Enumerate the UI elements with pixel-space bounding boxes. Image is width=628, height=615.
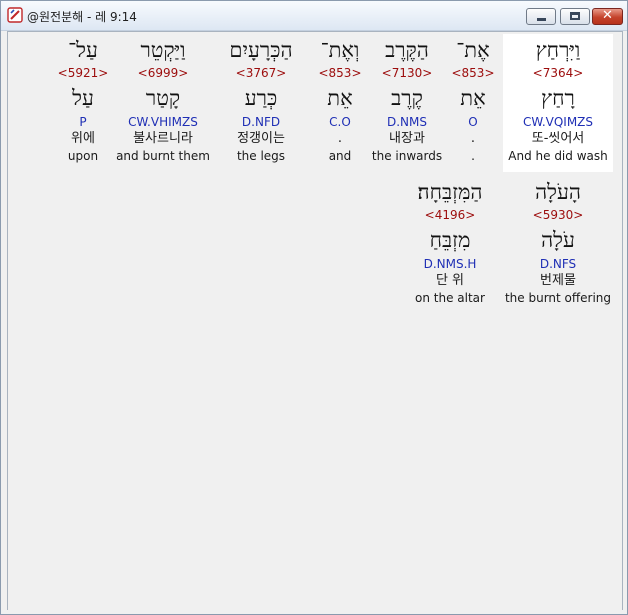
morphology-code: C.O — [329, 115, 351, 129]
morphology-code: D.NMS.H — [423, 257, 477, 271]
lemma: קֶרֶב — [391, 86, 423, 110]
title-bar[interactable]: @원전분해 - 레 9:14 ✕ — [1, 1, 627, 31]
strong-number[interactable]: <7364> — [503, 66, 613, 80]
strong-number[interactable]: <5930> — [503, 208, 613, 222]
word-column-5[interactable]: הַכְּרָעָיִם <3767> כְּרַע D.NFD 정갱이는 th… — [214, 34, 308, 172]
korean-gloss: 정갱이는 — [237, 131, 285, 146]
hebrew-word: הָעֹלָה — [535, 180, 581, 204]
korean-gloss: 불사르니라 — [133, 131, 193, 146]
minimize-button[interactable] — [526, 8, 556, 25]
lemma: קָטַר — [145, 86, 181, 110]
word-column-8[interactable]: הָעֹלָה <5930> עֹלָה D.NFS 번제물 the burnt… — [503, 176, 613, 314]
korean-gloss: 또-씻어서 — [531, 131, 585, 146]
english-gloss: And he did wash — [508, 149, 608, 163]
english-gloss: the inwards — [371, 149, 443, 163]
lemma: אֵת — [460, 86, 486, 110]
english-gloss: and — [328, 149, 352, 163]
morphology-code: O — [468, 115, 478, 129]
lemma: עֹלָה — [541, 228, 575, 252]
word-column-3[interactable]: הַקֶּרֶב <7130> קֶרֶב D.NMS 내장과 the inwa… — [371, 34, 443, 172]
hebrew-word: הַמִּזְבֵּחָה׃ — [417, 180, 483, 204]
strong-number[interactable]: <853> — [444, 66, 502, 80]
hebrew-word: הַכְּרָעָיִם — [229, 38, 293, 62]
interlinear-panel[interactable]: וַיִּרְחַץ <7364> רָחַץ CW.VQIMZS 또-씻어서 … — [7, 31, 623, 610]
english-gloss: . — [471, 149, 475, 163]
hebrew-word: וַיַּקְטֵר — [140, 38, 186, 62]
lemma: כְּרַע — [244, 86, 278, 110]
english-gloss: upon — [67, 149, 99, 163]
minimize-icon — [537, 18, 546, 21]
close-icon: ✕ — [602, 8, 613, 23]
strong-number[interactable]: <7130> — [371, 66, 443, 80]
morphology-code: D.NFS — [539, 257, 577, 271]
lemma: עַל — [72, 86, 94, 110]
word-column-2[interactable]: אֶת־ <853> אֵת O . . — [444, 34, 502, 172]
maximize-button[interactable] — [560, 8, 590, 25]
korean-gloss: . — [470, 131, 476, 146]
english-gloss: the burnt offering — [504, 291, 612, 305]
strong-number[interactable]: <3767> — [214, 66, 308, 80]
hebrew-word: הַקֶּרֶב — [385, 38, 429, 62]
lemma: רָחַץ — [541, 86, 575, 110]
english-gloss: on the altar — [415, 291, 485, 305]
strong-number[interactable]: <5921> — [54, 66, 112, 80]
word-column-7[interactable]: עַל־ <5921> עַל P 위에 upon — [54, 34, 112, 172]
word-column-4[interactable]: וְאֶת־ <853> אֵת C.O . and — [310, 34, 370, 172]
word-column-9[interactable]: הַמִּזְבֵּחָה׃ <4196> מִזְבֵּחַ D.NMS.H … — [400, 176, 500, 314]
hebrew-word: עַל־ — [68, 38, 98, 62]
lemma: אֵת — [327, 86, 353, 110]
lemma: מִזְבֵּחַ — [429, 228, 471, 252]
app-window: @원전분해 - 레 9:14 ✕ וַיִּרְחַץ <7364> רָחַץ… — [0, 0, 628, 615]
hebrew-word: וַיִּרְחַץ — [535, 38, 581, 62]
morphology-code: P — [79, 115, 87, 129]
morphology-code: D.NFD — [241, 115, 281, 129]
english-gloss: the legs — [236, 149, 286, 163]
window-title: @원전분해 - 레 9:14 — [27, 10, 137, 24]
close-button[interactable]: ✕ — [592, 8, 623, 25]
hebrew-word: וְאֶת־ — [320, 38, 360, 62]
morphology-code: D.NMS — [386, 115, 427, 129]
english-gloss: and burnt them — [116, 149, 210, 163]
app-icon[interactable] — [7, 7, 23, 23]
korean-gloss: 내장과 — [389, 131, 425, 146]
korean-gloss: 번제물 — [540, 273, 576, 288]
maximize-icon — [570, 12, 580, 20]
morphology-code: CW.VQIMZS — [522, 115, 594, 129]
morphology-code: CW.VHIMZS — [128, 115, 198, 129]
strong-number[interactable]: <6999> — [114, 66, 212, 80]
word-column-6[interactable]: וַיַּקְטֵר <6999> קָטַר CW.VHIMZS 불사르니라 … — [114, 34, 212, 172]
strong-number[interactable]: <4196> — [400, 208, 500, 222]
hebrew-word: אֶת־ — [456, 38, 490, 62]
korean-gloss: 단 위 — [435, 273, 465, 288]
strong-number[interactable]: <853> — [310, 66, 370, 80]
korean-gloss: . — [337, 131, 343, 146]
word-column-1[interactable]: וַיִּרְחַץ <7364> רָחַץ CW.VQIMZS 또-씻어서 … — [503, 34, 613, 172]
korean-gloss: 위에 — [71, 131, 95, 146]
